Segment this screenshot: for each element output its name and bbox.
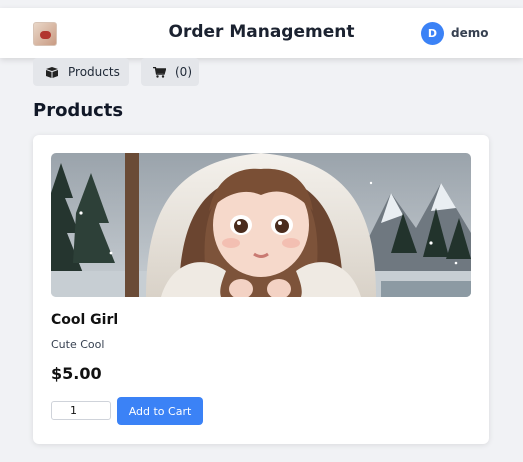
username: demo — [451, 26, 489, 40]
top-header: Order Management D demo — [0, 8, 523, 58]
products-nav-button[interactable]: Products — [33, 58, 129, 86]
box-icon — [45, 66, 59, 78]
quantity-input[interactable] — [51, 401, 111, 420]
section-title: Products — [33, 100, 124, 121]
avatar[interactable]: D — [421, 21, 444, 45]
product-name: Cool Girl — [51, 312, 119, 328]
user-menu[interactable]: D demo — [421, 21, 488, 45]
cart-count: (0) — [175, 65, 192, 79]
product-price: $5.00 — [51, 364, 102, 383]
cart-icon — [153, 66, 166, 78]
product-card: Cool Girl Cute Cool $5.00 Add to Cart — [33, 135, 489, 444]
cart-nav-button[interactable]: (0) — [141, 58, 199, 86]
product-description: Cute Cool — [51, 338, 105, 351]
product-image[interactable] — [51, 153, 471, 297]
add-to-cart-button[interactable]: Add to Cart — [117, 397, 203, 425]
products-nav-label: Products — [68, 65, 120, 79]
